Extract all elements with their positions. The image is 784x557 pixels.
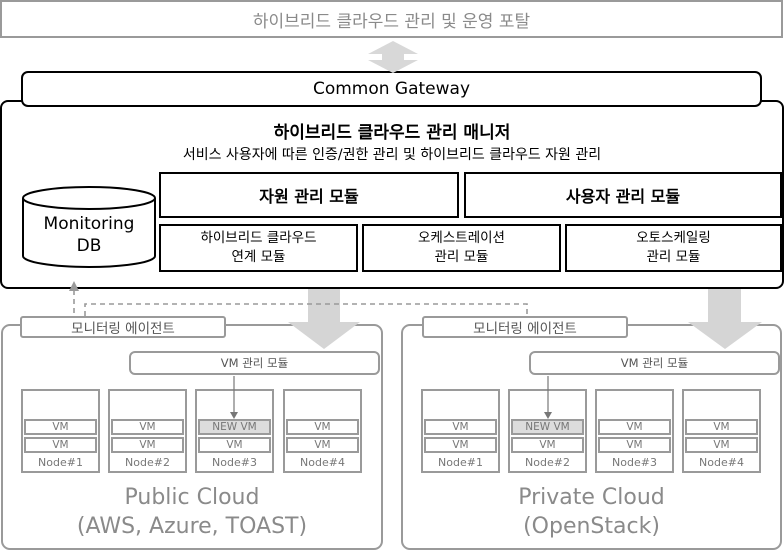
portal-gateway-double-arrow (368, 41, 418, 73)
manager-to-private-arrow (688, 289, 762, 349)
monitoring-db-label: Monitoring DB (23, 212, 155, 258)
db-label-line2: DB (76, 236, 102, 256)
connector-overlay (22, 41, 762, 419)
arrow-head (230, 412, 238, 419)
dashed-arrow-head (69, 281, 79, 291)
monitoring-dashed-lines (73, 290, 528, 316)
vm-manager-arrows (233, 376, 549, 414)
manager-to-public-arrow (288, 289, 360, 349)
arrow-head (544, 412, 552, 419)
db-label-line1: Monitoring (43, 214, 135, 234)
